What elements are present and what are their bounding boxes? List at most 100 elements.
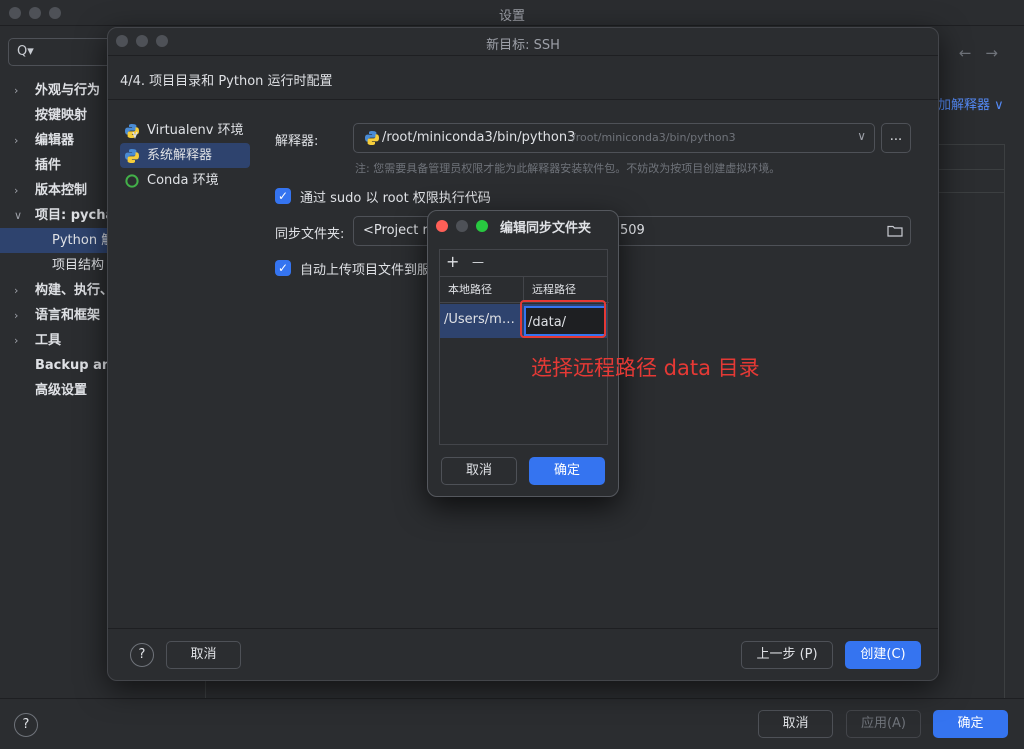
settings-tree-item[interactable]: › 语言和框架 (0, 303, 110, 328)
wizard-step-header: 4/4. 项目目录和 Python 运行时配置 (108, 56, 938, 100)
interpreter-value: /root/miniconda3/bin/python3 (382, 130, 576, 145)
settings-tree-item-label: 工具 (35, 333, 62, 348)
remove-mapping-icon[interactable]: — (472, 255, 484, 269)
ssh-dialog-footer: ? 取消 上一步 (P) 创建(C) (108, 628, 938, 680)
settings-tree-item[interactable]: Python 解 (0, 228, 110, 253)
remote-path-cell-editor[interactable] (524, 306, 606, 336)
settings-apply-button[interactable]: 应用(A) (846, 710, 921, 738)
sync-folder-value-suffix: 509 (620, 223, 645, 238)
settings-tree-item[interactable]: Backup and (0, 353, 110, 378)
sync-dialog-title: 编辑同步文件夹 (500, 221, 592, 236)
environment-option[interactable]: Conda 环境 (120, 168, 250, 193)
close-sync-dialog-icon[interactable] (436, 220, 448, 232)
add-interpreter-link[interactable]: 加解释器 ∨ (938, 94, 1004, 113)
environment-option[interactable]: Virtualenv 环境 (120, 118, 250, 143)
settings-nav-arrows: ←→ (959, 44, 1012, 62)
table-row[interactable]: /Users/ma... (440, 304, 607, 338)
settings-tree: › 外观与行为 按键映射 › 编辑器 插件 › 版本控制 ∨ 项目: pycha Python 解项… (0, 78, 110, 403)
settings-tree-item[interactable]: › 版本控制 (0, 178, 110, 203)
chevron-down-icon[interactable]: ∨ (14, 203, 22, 228)
settings-tree-item-label: 按键映射 (35, 108, 88, 123)
chevron-right-icon[interactable]: › (14, 178, 18, 203)
settings-tree-item-label: 插件 (35, 158, 62, 173)
local-path-cell[interactable]: /Users/ma... (444, 312, 520, 327)
settings-window-titlebar: 设置 (0, 0, 1024, 26)
chevron-right-icon[interactable]: › (14, 78, 18, 103)
minimize-sync-dialog-icon[interactable] (456, 220, 468, 232)
forward-arrow-icon[interactable]: → (985, 44, 1012, 62)
remote-path-input[interactable] (528, 312, 600, 332)
chevron-down-icon: ∨ (857, 129, 866, 143)
annotation-text: 选择远程路径 data 目录 (531, 356, 760, 380)
settings-tree-item-label: 编辑器 (35, 133, 75, 148)
previous-step-button[interactable]: 上一步 (P) (741, 641, 833, 669)
wizard-step-title: 4/4. 项目目录和 Python 运行时配置 (120, 74, 333, 89)
settings-tree-item-label: 语言和框架 (35, 308, 101, 323)
environment-option-label: 系统解释器 (147, 148, 213, 163)
python-icon (124, 148, 140, 164)
interpreter-select[interactable]: /root/miniconda3/bin/python3 /root/minic… (353, 123, 875, 153)
settings-tree-item-label: 外观与行为 (35, 83, 101, 98)
chevron-right-icon[interactable]: › (14, 303, 18, 328)
settings-tree-item[interactable]: 项目结构 (0, 253, 110, 278)
settings-ok-button[interactable]: 确定 (933, 710, 1008, 738)
settings-tree-item-label: 高级设置 (35, 383, 88, 398)
settings-footer: ? 取消 应用(A) 确定 (0, 698, 1024, 749)
environment-type-list: Virtualenv 环境 系统解释器 Conda 环境 (120, 118, 250, 193)
environment-option-label: Virtualenv 环境 (147, 123, 244, 138)
search-icon: Q▾ (17, 44, 34, 59)
ssh-dialog-title: 新目标: SSH (486, 38, 560, 53)
settings-tree-item-label: 构建、执行、 (35, 283, 110, 298)
ssh-dialog-titlebar: 新目标: SSH (108, 28, 938, 56)
settings-tree-item[interactable]: › 编辑器 (0, 128, 110, 153)
settings-tree-item[interactable]: › 构建、执行、 (0, 278, 110, 303)
create-button[interactable]: 创建(C) (845, 641, 921, 669)
chevron-right-icon[interactable]: › (14, 128, 18, 153)
interpreter-browse-button[interactable]: ... (881, 123, 911, 153)
admin-permission-note: 注: 您需要具备管理员权限才能为此解释器安装软件包。不妨改为按项目创建虚拟环境。 (355, 162, 781, 175)
auto-upload-label: 自动上传项目文件到服 (300, 263, 431, 278)
local-path-column-header[interactable]: 本地路径 (440, 277, 524, 303)
settings-tree-item-label: Backup and (35, 358, 110, 373)
sync-dialog-window-controls (436, 220, 488, 232)
sync-cancel-button[interactable]: 取消 (441, 457, 517, 485)
settings-search-input[interactable]: Q▾ (8, 38, 113, 66)
settings-help-button[interactable]: ? (14, 713, 38, 737)
zoom-sync-dialog-icon[interactable] (476, 220, 488, 232)
settings-tree-item[interactable]: › 外观与行为 (0, 78, 110, 103)
environment-option[interactable]: 系统解释器 (120, 143, 250, 168)
chevron-right-icon[interactable]: › (14, 328, 18, 353)
sync-folders-table: + — 本地路径 远程路径 /Users/ma... (439, 249, 609, 445)
settings-tree-item-label: 项目结构 (52, 258, 105, 273)
settings-tree-item[interactable]: 插件 (0, 153, 110, 178)
settings-tree-item[interactable]: ∨ 项目: pycha (0, 203, 110, 228)
settings-window-title: 设置 (498, 9, 525, 24)
conda-icon (124, 173, 140, 189)
interpreter-label: 解释器: (275, 134, 319, 149)
sync-ok-button[interactable]: 确定 (529, 457, 605, 485)
auto-upload-checkbox[interactable]: ✓ (275, 260, 291, 276)
add-mapping-icon[interactable]: + (446, 252, 459, 271)
interpreter-path-hint: /root/miniconda3/bin/python3 (572, 131, 736, 144)
environment-option-label: Conda 环境 (147, 173, 219, 188)
settings-tree-item-label: 项目: pycha (35, 208, 110, 223)
sync-table-toolbar: + — (440, 250, 607, 277)
virtualenv-icon (124, 123, 140, 139)
back-arrow-icon[interactable]: ← (959, 44, 986, 62)
settings-cancel-button[interactable]: 取消 (758, 710, 833, 738)
remote-path-column-header[interactable]: 远程路径 (524, 277, 609, 303)
settings-tree-item[interactable]: 按键映射 (0, 103, 110, 128)
settings-tree-item[interactable]: 高级设置 (0, 378, 110, 403)
folder-icon[interactable] (886, 222, 904, 240)
sudo-checkbox[interactable]: ✓ (275, 188, 291, 204)
sudo-checkbox-label: 通过 sudo 以 root 权限执行代码 (300, 191, 491, 206)
settings-tree-item-label: 版本控制 (35, 183, 88, 198)
settings-tree-item[interactable]: › 工具 (0, 328, 110, 353)
sync-folder-label: 同步文件夹: (275, 227, 345, 242)
ssh-cancel-button[interactable]: 取消 (166, 641, 241, 669)
sync-folder-value: <Project r (363, 223, 428, 238)
chevron-right-icon[interactable]: › (14, 278, 18, 303)
settings-tree-item-label: Python 解 (52, 233, 110, 248)
python-icon (364, 130, 380, 146)
ssh-help-button[interactable]: ? (130, 643, 154, 667)
